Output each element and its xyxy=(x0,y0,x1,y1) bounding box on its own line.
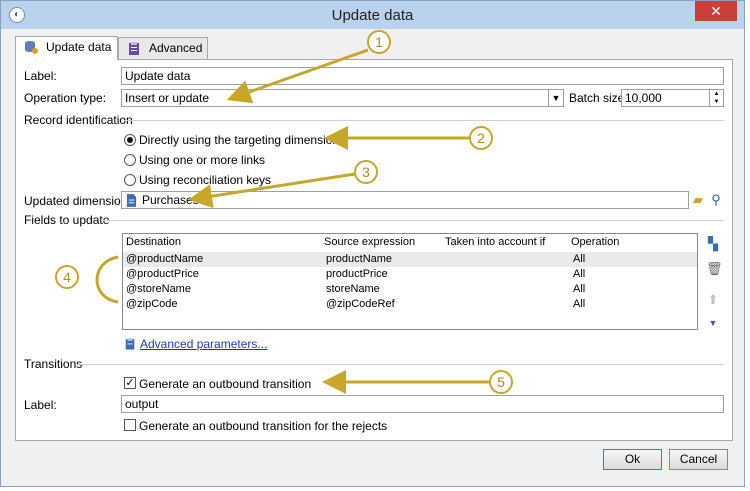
clipboard-icon xyxy=(125,338,135,350)
tab-update-data[interactable]: Update data xyxy=(15,36,118,60)
database-update-icon xyxy=(25,41,38,54)
destination-cell: @productName xyxy=(126,253,204,265)
cancel-button[interactable]: Cancel xyxy=(669,449,728,470)
grid-header: Destination Source expression Taken into… xyxy=(123,234,697,253)
trash-icon[interactable]: 🗑 xyxy=(706,262,723,276)
operation-cell: All xyxy=(573,283,586,295)
updated-dimension-caption: Updated dimension: xyxy=(24,194,131,208)
radio-direct-label: Directly using the targeting dimension xyxy=(139,133,340,147)
transition-label-input[interactable]: output xyxy=(121,395,724,413)
radio-direct[interactable] xyxy=(124,134,136,146)
label-caption: Label: xyxy=(24,69,57,83)
operation-cell: All xyxy=(573,253,586,265)
table-row[interactable]: @storeName storeName All xyxy=(123,282,697,297)
table-row[interactable]: @productPrice productPrice All xyxy=(123,267,697,282)
add-field-icon[interactable]: ▚ xyxy=(706,237,720,251)
outbound-transition-checkbox[interactable]: ✓ xyxy=(124,377,136,389)
radio-links-label: Using one or more links xyxy=(139,153,266,167)
batch-size-caption: Batch size: xyxy=(569,91,628,105)
section-divider xyxy=(124,120,724,121)
arrow-up-icon[interactable]: ⬆ xyxy=(706,293,720,307)
updated-dimension-value: Purchases xyxy=(142,193,199,207)
clipboard-icon xyxy=(129,42,139,55)
fields-to-update-title: Fields to update xyxy=(24,213,110,227)
update-data-dialog: ◐ Update data ✕ Update data Advanced Lab… xyxy=(0,0,745,487)
section-divider xyxy=(101,220,724,221)
tab-label: Update data xyxy=(46,40,112,54)
search-icon[interactable]: ⚲ xyxy=(709,193,723,207)
source-cell: productName xyxy=(326,253,393,265)
operation-type-select[interactable]: Insert or update ▼ xyxy=(121,89,564,107)
spin-buttons[interactable]: ▲ ▼ xyxy=(709,90,723,106)
radio-keys-label: Using reconciliation keys xyxy=(139,173,272,187)
outbound-transition-label: Generate an outbound transition xyxy=(139,377,312,391)
source-cell: productPrice xyxy=(326,268,388,280)
updated-dimension-field[interactable]: Purchases xyxy=(121,191,689,209)
document-icon xyxy=(126,194,137,207)
fields-grid: Destination Source expression Taken into… xyxy=(122,233,698,330)
radio-links[interactable] xyxy=(124,154,136,166)
column-header[interactable]: Destination xyxy=(126,236,181,248)
title-bar: ◐ Update data ✕ xyxy=(1,1,744,29)
transitions-title: Transitions xyxy=(24,357,83,371)
tab-advanced[interactable]: Advanced xyxy=(118,37,208,59)
operation-cell: All xyxy=(573,298,586,310)
rejects-transition-label: Generate an outbound transition for the … xyxy=(139,419,388,433)
transition-label-caption: Label: xyxy=(24,398,57,412)
radio-keys[interactable] xyxy=(124,174,136,186)
operation-type-caption: Operation type: xyxy=(24,91,107,105)
arrow-down-icon[interactable]: ▼ xyxy=(706,316,720,330)
table-row[interactable]: @productName productName All xyxy=(123,252,697,267)
label-input[interactable]: Update data xyxy=(121,67,724,85)
operation-type-value: Insert or update xyxy=(125,91,210,105)
section-divider xyxy=(78,364,724,365)
destination-cell: @productPrice xyxy=(126,268,199,280)
folder-icon[interactable]: ▰ xyxy=(691,193,705,207)
operation-cell: All xyxy=(573,268,586,280)
callout-3: 3 xyxy=(354,160,378,184)
table-row[interactable]: @zipCode @zipCodeRef All xyxy=(123,297,697,312)
rejects-transition-checkbox[interactable] xyxy=(124,419,136,431)
advanced-parameters-link[interactable]: Advanced parameters... xyxy=(140,337,267,351)
callout-5: 5 xyxy=(489,370,513,394)
destination-cell: @zipCode xyxy=(126,298,178,310)
column-header[interactable]: Operation xyxy=(571,236,619,248)
column-header[interactable]: Source expression xyxy=(324,236,415,248)
chevron-down-icon[interactable]: ▼ xyxy=(548,90,563,106)
close-button[interactable]: ✕ xyxy=(695,1,737,21)
destination-cell: @storeName xyxy=(126,283,191,295)
tab-label: Advanced xyxy=(149,41,203,55)
batch-size-value: 10,000 xyxy=(625,91,662,105)
source-cell: storeName xyxy=(326,283,380,295)
window-title: Update data xyxy=(331,7,414,24)
source-cell: @zipCodeRef xyxy=(326,298,395,310)
callout-4: 4 xyxy=(55,265,79,289)
callout-1: 1 xyxy=(367,30,391,54)
batch-size-input[interactable]: 10,000 ▲ ▼ xyxy=(621,89,724,107)
record-identification-title: Record identification xyxy=(24,113,133,127)
callout-2: 2 xyxy=(469,126,493,150)
ok-button[interactable]: Ok xyxy=(603,449,662,470)
column-header[interactable]: Taken into account if xyxy=(445,236,545,248)
